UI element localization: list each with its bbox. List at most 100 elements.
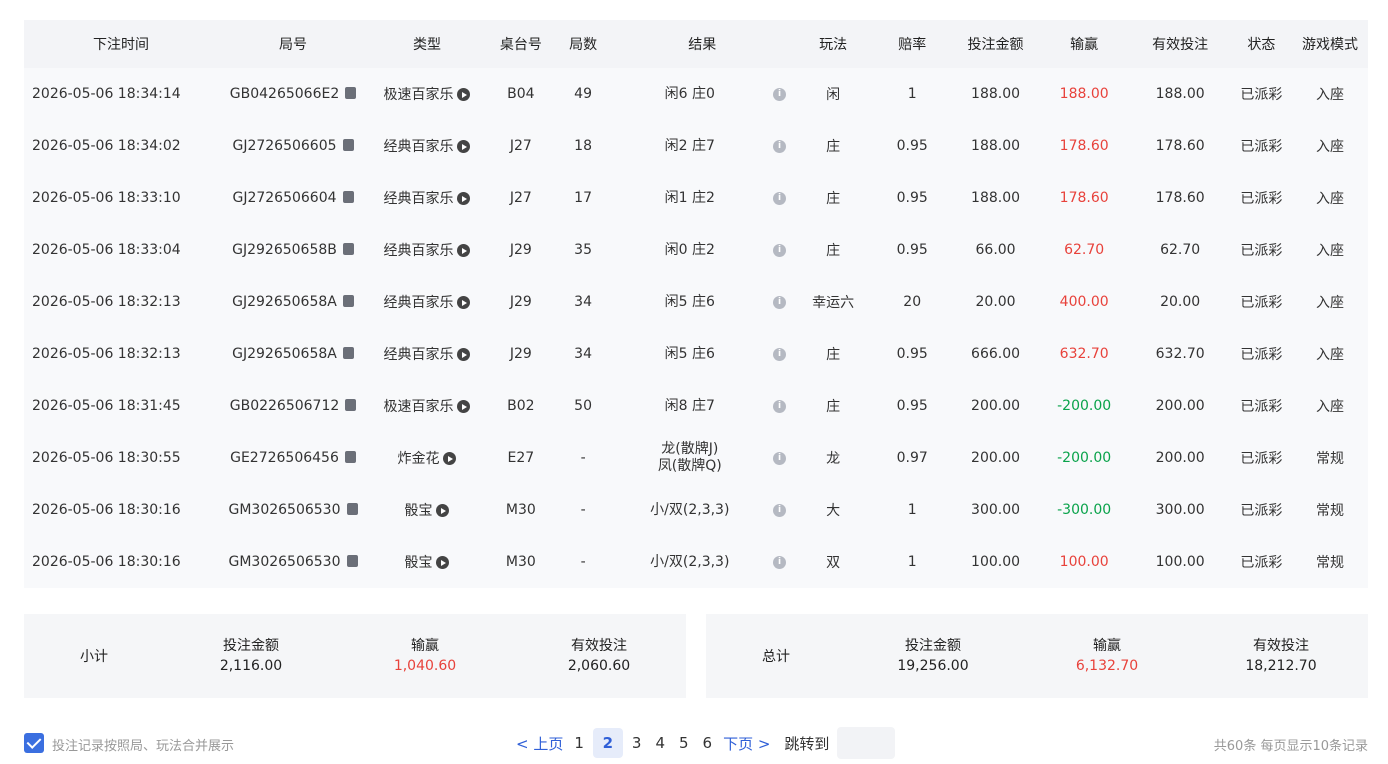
replay-icon[interactable] (436, 556, 450, 569)
cell-table: J29 (509, 242, 532, 258)
cell-result: 闲6 庄0 i (611, 68, 795, 120)
cell-result: 闲2 庄7 i (611, 120, 795, 172)
round-id: GJ292650658A (232, 346, 337, 362)
subtotal-bet-value: 2,116.00 (219, 658, 283, 674)
copy-icon[interactable] (342, 243, 354, 255)
cell-round: GE2726506456 (218, 432, 368, 484)
cell-time: 2026-05-06 18:34:02 (32, 138, 181, 154)
result-text: 小/双(2,3,3) (650, 501, 730, 518)
cell-result: 闲5 庄6 i (611, 328, 795, 380)
header-status: 状态 (1247, 37, 1276, 53)
subtotal-title: 小计 (80, 649, 108, 665)
info-icon[interactable]: i (773, 243, 787, 257)
round-id: GM3026506530 (228, 554, 341, 570)
replay-icon[interactable] (457, 88, 471, 101)
copy-icon[interactable] (342, 347, 354, 359)
cell-table: J27 (509, 190, 532, 206)
replay-icon[interactable] (457, 296, 471, 309)
replay-icon[interactable] (436, 504, 450, 517)
cell-table: J29 (509, 294, 532, 310)
cell-valid: 300.00 (1155, 502, 1205, 518)
copy-icon[interactable] (342, 295, 354, 307)
table-row: 2026-05-06 18:30:16 GM3026506530 骰宝 M30 - 小/双… (24, 484, 1368, 536)
cell-valid: 200.00 (1155, 450, 1205, 466)
info-icon[interactable]: i (773, 139, 787, 153)
total-title: 总计 (762, 649, 790, 665)
cell-valid: 632.70 (1155, 346, 1205, 362)
cell-round-count: 34 (574, 346, 592, 362)
copy-icon[interactable] (345, 399, 357, 411)
info-icon[interactable]: i (773, 399, 787, 413)
cell-type: 经典百家乐 (368, 328, 486, 380)
replay-icon[interactable] (457, 348, 471, 361)
copy-icon[interactable] (342, 139, 354, 151)
cell-mode: 常规 (1315, 555, 1344, 571)
info-icon[interactable]: i (773, 555, 787, 569)
page-5[interactable]: 5 (679, 734, 689, 752)
replay-icon[interactable] (457, 400, 471, 413)
replay-icon[interactable] (443, 452, 457, 465)
replay-icon[interactable] (457, 192, 471, 205)
merge-checkbox[interactable] (24, 733, 44, 753)
page-2-current[interactable]: 2 (592, 728, 623, 758)
subtotal-valid-value: 2,060.60 (567, 658, 631, 674)
result-text: 闲6 庄0 (664, 85, 715, 102)
header-play: 玩法 (819, 37, 848, 53)
total-win-label: 输赢 (1093, 638, 1121, 654)
cell-mode: 入座 (1315, 295, 1344, 311)
cell-odds: 1 (907, 554, 917, 570)
copy-icon[interactable] (346, 555, 358, 567)
copy-icon[interactable] (346, 503, 358, 515)
cell-mode: 入座 (1315, 399, 1344, 415)
info-icon[interactable]: i (773, 347, 787, 361)
next-page-link[interactable]: 下页 > (723, 733, 770, 754)
total-win-value: 6,132.70 (1075, 658, 1139, 674)
cell-type: 极速百家乐 (368, 380, 486, 432)
page-6[interactable]: 6 (703, 734, 713, 752)
subtotal-win: 输赢 1,040.60 (338, 636, 512, 676)
table-row: 2026-05-06 18:32:13 GJ292650658A 经典百家乐 J29 3… (24, 276, 1368, 328)
info-icon[interactable]: i (773, 295, 787, 309)
cell-odds: 20 (903, 294, 922, 310)
copy-icon[interactable] (345, 87, 357, 99)
cell-time: 2026-05-06 18:31:45 (32, 398, 181, 414)
info-icon[interactable]: i (773, 87, 787, 101)
round-id: GJ2726506604 (232, 190, 337, 206)
cell-status: 已派彩 (1240, 347, 1283, 363)
cell-round: GB0226506712 (218, 380, 368, 432)
total-valid-label: 有效投注 (1253, 638, 1309, 654)
subtotal-bet: 投注金额 2,116.00 (164, 636, 338, 676)
cell-round: GM3026506530 (218, 536, 368, 588)
cell-result: 小/双(2,3,3) i (611, 536, 795, 588)
replay-icon[interactable] (457, 244, 471, 257)
copy-icon[interactable] (344, 451, 356, 463)
cell-odds: 0.95 (896, 346, 928, 362)
cell-play: 庄 (826, 399, 841, 415)
header-odds: 赔率 (898, 37, 927, 53)
cell-status: 已派彩 (1240, 87, 1283, 103)
replay-icon[interactable] (457, 140, 471, 153)
cell-odds: 1 (907, 502, 917, 518)
cell-play: 庄 (826, 243, 841, 259)
info-icon[interactable]: i (773, 451, 787, 465)
subtotal-win-value: 1,040.60 (393, 658, 457, 674)
subtotal-valid-label: 有效投注 (571, 638, 627, 654)
page-3[interactable]: 3 (632, 734, 642, 752)
info-icon[interactable]: i (773, 503, 787, 517)
cell-valid: 100.00 (1155, 554, 1205, 570)
round-id: GB04265066E2 (229, 86, 340, 102)
cell-bet: 188.00 (971, 190, 1021, 206)
cell-bet: 188.00 (971, 86, 1021, 102)
cell-result: 闲1 庄2 i (611, 172, 795, 224)
info-icon[interactable]: i (773, 191, 787, 205)
total-valid-value: 18,212.70 (1245, 658, 1317, 674)
result-line-1: 龙(散牌J) (661, 441, 719, 457)
prev-page-link[interactable]: < 上页 (516, 733, 563, 754)
page-4[interactable]: 4 (655, 734, 665, 752)
result-text: 闲2 庄7 (664, 137, 715, 154)
merge-checkbox-label[interactable]: 投注记录按照局、玩法合并展示 (52, 735, 234, 754)
page-1[interactable]: 1 (574, 734, 584, 752)
cell-round-count: 17 (574, 190, 592, 206)
jump-page-input[interactable] (837, 727, 896, 759)
copy-icon[interactable] (342, 191, 354, 203)
